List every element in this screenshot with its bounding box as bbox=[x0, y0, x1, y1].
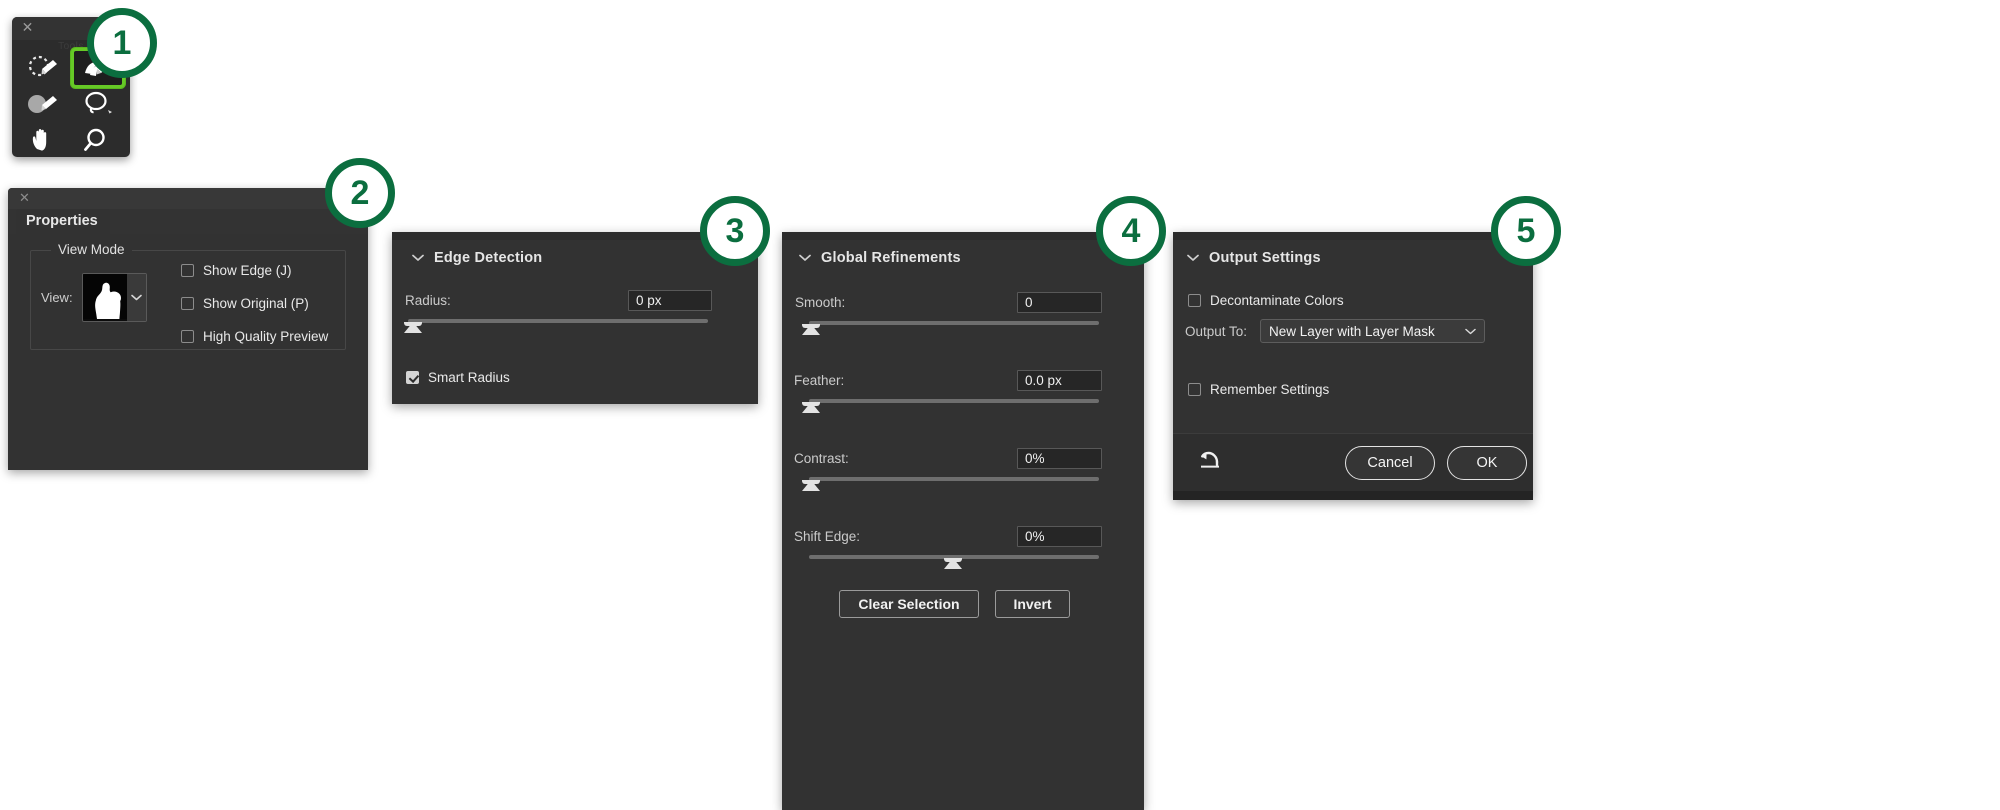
invert-button[interactable]: Invert bbox=[995, 590, 1070, 618]
output-settings-header[interactable]: Output Settings bbox=[1185, 250, 1321, 266]
checkbox-show-original[interactable]: Show Original (P) bbox=[181, 296, 328, 311]
contrast-input[interactable]: 0% bbox=[1017, 448, 1102, 469]
checkbox-remember-settings[interactable]: Remember Settings bbox=[1188, 382, 1329, 397]
quick-selection-icon bbox=[28, 55, 57, 77]
feather-slider-thumb[interactable] bbox=[802, 402, 820, 413]
hand-tool[interactable] bbox=[20, 123, 68, 157]
smooth-slider-track[interactable] bbox=[809, 321, 1099, 325]
checkbox-smart-radius[interactable]: Smart Radius bbox=[406, 370, 510, 385]
view-mode-legend: View Mode bbox=[51, 242, 132, 257]
feather-slider-track[interactable] bbox=[809, 399, 1099, 403]
feather-input[interactable]: 0.0 px bbox=[1017, 370, 1102, 391]
close-icon[interactable]: ✕ bbox=[20, 20, 35, 35]
output-settings-panel: Output Settings Decontaminate Colors Out… bbox=[1173, 232, 1533, 500]
output-settings-title: Output Settings bbox=[1209, 250, 1321, 266]
contrast-slider-track[interactable] bbox=[809, 477, 1099, 481]
view-mode-checkbox-list: Show Edge (J) Show Original (P) High Qua… bbox=[181, 263, 328, 344]
edge-detection-header[interactable]: Edge Detection bbox=[410, 250, 542, 266]
lasso-icon bbox=[85, 91, 112, 114]
radius-label: Radius: bbox=[405, 293, 451, 308]
smooth-label: Smooth: bbox=[795, 295, 846, 310]
panel-top-strip bbox=[782, 232, 1144, 240]
step-badge-3: 3 bbox=[700, 196, 770, 266]
checkbox-label: Show Edge (J) bbox=[203, 263, 292, 278]
checkbox-high-quality-preview[interactable]: High Quality Preview bbox=[181, 329, 328, 344]
checkbox-box[interactable] bbox=[181, 330, 194, 343]
checkbox-decontaminate-colors[interactable]: Decontaminate Colors bbox=[1188, 293, 1344, 308]
cancel-button[interactable]: Cancel bbox=[1345, 446, 1435, 480]
view-mode-selector[interactable] bbox=[81, 273, 147, 322]
output-to-label: Output To: bbox=[1185, 324, 1248, 339]
global-refinements-panel: Global Refinements Smooth: 0 Feather: 0.… bbox=[782, 232, 1144, 810]
clear-selection-button[interactable]: Clear Selection bbox=[839, 590, 979, 618]
contrast-label: Contrast: bbox=[794, 451, 849, 466]
edge-detection-title: Edge Detection bbox=[434, 250, 543, 266]
dialog-footer: Cancel OK bbox=[1173, 433, 1533, 500]
output-to-select[interactable]: New Layer with Layer Mask bbox=[1260, 319, 1485, 343]
zoom-tool[interactable] bbox=[74, 123, 122, 157]
global-refinements-header[interactable]: Global Refinements bbox=[797, 250, 961, 266]
checkbox-box[interactable] bbox=[181, 264, 194, 277]
view-row: View: bbox=[41, 273, 147, 322]
checkbox-label: High Quality Preview bbox=[203, 329, 329, 344]
close-icon[interactable]: ✕ bbox=[19, 190, 33, 205]
checkbox-box[interactable] bbox=[1188, 294, 1201, 307]
chevron-down-icon bbox=[1465, 328, 1476, 335]
chevron-down-icon[interactable] bbox=[126, 274, 146, 321]
brush-icon bbox=[28, 95, 57, 113]
shift-edge-label: Shift Edge: bbox=[794, 529, 861, 544]
contrast-slider-thumb[interactable] bbox=[802, 480, 820, 491]
step-badge-2: 2 bbox=[325, 158, 395, 228]
brush-tool[interactable] bbox=[20, 87, 68, 121]
checkbox-box[interactable] bbox=[406, 371, 419, 384]
checkbox-label: Remember Settings bbox=[1210, 382, 1330, 397]
checkbox-box[interactable] bbox=[1188, 383, 1201, 396]
step-badge-1: 1 bbox=[87, 8, 157, 78]
step-badge-4: 4 bbox=[1096, 196, 1166, 266]
shift-edge-input[interactable]: 0% bbox=[1017, 526, 1102, 547]
ok-button[interactable]: OK bbox=[1447, 446, 1527, 480]
smooth-input[interactable]: 0 bbox=[1017, 292, 1102, 313]
onion-skin-mask-thumbnail bbox=[82, 274, 127, 321]
view-label: View: bbox=[41, 290, 73, 305]
checkbox-show-edge[interactable]: Show Edge (J) bbox=[181, 263, 328, 278]
radius-input[interactable]: 0 px bbox=[628, 290, 712, 311]
checkbox-label: Smart Radius bbox=[428, 370, 510, 385]
magnifier-icon bbox=[84, 128, 105, 151]
edge-detection-panel: Edge Detection Radius: 0 px Smart Radius bbox=[392, 232, 758, 404]
shift-edge-slider-thumb[interactable] bbox=[944, 558, 962, 569]
hand-icon bbox=[32, 129, 47, 151]
output-to-value: New Layer with Layer Mask bbox=[1269, 323, 1435, 339]
checkbox-label: Decontaminate Colors bbox=[1210, 293, 1344, 308]
panel-top-strip bbox=[1173, 232, 1533, 240]
chevron-down-icon[interactable] bbox=[797, 254, 813, 262]
properties-body: View Mode View: Show Edge (J) Show Origi… bbox=[8, 234, 368, 470]
properties-panel: ✕ Properties View Mode View: Show Edge (… bbox=[8, 188, 368, 470]
step-badge-5: 5 bbox=[1491, 196, 1561, 266]
view-mode-group: View Mode View: Show Edge (J) Show Origi… bbox=[30, 242, 346, 350]
quick-selection-tool[interactable] bbox=[20, 51, 68, 85]
radius-slider-track[interactable] bbox=[408, 319, 708, 323]
mask-silhouette-icon bbox=[82, 274, 127, 319]
reset-undo-icon[interactable] bbox=[1197, 447, 1223, 476]
tab-properties[interactable]: Properties bbox=[16, 209, 110, 234]
properties-titlebar: ✕ bbox=[8, 188, 368, 209]
lasso-tool[interactable] bbox=[74, 87, 122, 121]
global-refinements-title: Global Refinements bbox=[821, 250, 961, 266]
checkbox-box[interactable] bbox=[181, 297, 194, 310]
smooth-slider-thumb[interactable] bbox=[802, 324, 820, 335]
chevron-down-icon[interactable] bbox=[1185, 254, 1201, 262]
feather-label: Feather: bbox=[794, 373, 845, 388]
chevron-down-icon[interactable] bbox=[410, 254, 426, 262]
checkbox-label: Show Original (P) bbox=[203, 296, 309, 311]
panel-bottom-strip bbox=[1173, 491, 1533, 500]
radius-slider-thumb[interactable] bbox=[404, 322, 422, 333]
